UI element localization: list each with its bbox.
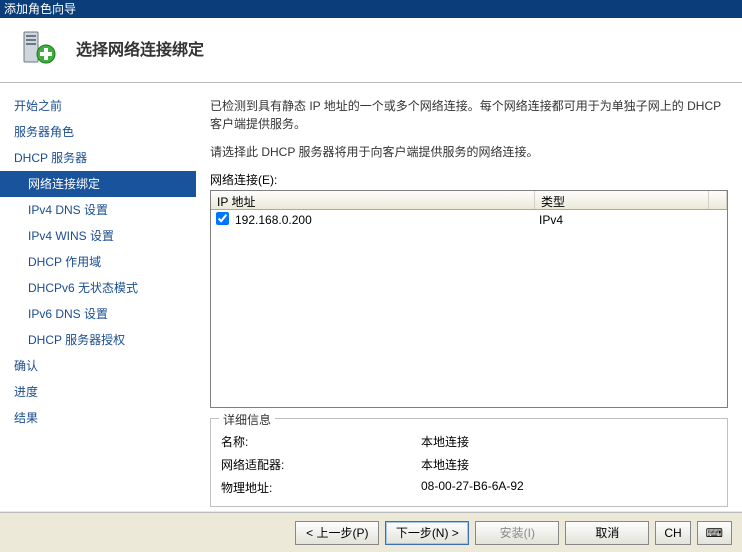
cell-ip: 192.168.0.200 — [233, 213, 535, 227]
wizard-steps-sidebar: 开始之前服务器角色DHCP 服务器网络连接绑定IPv4 DNS 设置IPv4 W… — [0, 83, 196, 511]
previous-button[interactable]: < 上一步(P) — [295, 521, 379, 545]
connection-checkbox[interactable] — [216, 212, 229, 225]
main-panel: 已检测到具有静态 IP 地址的一个或多个网络连接。每个网络连接都可用于为单独子网… — [196, 83, 742, 511]
details-group: 详细信息 名称: 本地连接 网络适配器: 本地连接 物理地址: 08-00-27… — [210, 418, 728, 507]
sidebar-item[interactable]: 服务器角色 — [0, 119, 196, 145]
list-header: IP 地址 类型 — [211, 191, 727, 210]
detail-adapter-label: 网络适配器: — [221, 456, 421, 473]
column-spacer — [709, 191, 727, 209]
sidebar-item[interactable]: DHCP 作用域 — [0, 249, 196, 275]
network-connections-list[interactable]: IP 地址 类型 192.168.0.200IPv4 — [210, 190, 728, 408]
description-text-2: 请选择此 DHCP 服务器将用于向客户端提供服务的网络连接。 — [210, 143, 728, 161]
sidebar-item[interactable]: 进度 — [0, 379, 196, 405]
next-button[interactable]: 下一步(N) > — [385, 521, 469, 545]
list-item[interactable]: 192.168.0.200IPv4 — [211, 210, 727, 230]
sidebar-item[interactable]: DHCP 服务器 — [0, 145, 196, 171]
detail-mac-value: 08-00-27-B6-6A-92 — [421, 479, 717, 496]
page-title: 选择网络连接绑定 — [76, 36, 204, 60]
sidebar-item[interactable]: IPv4 DNS 设置 — [0, 197, 196, 223]
ime-lang-button[interactable]: CH — [655, 521, 690, 545]
wizard-footer: < 上一步(P) 下一步(N) > 安装(I) 取消 CH ⌨ — [0, 512, 742, 552]
sidebar-item[interactable]: 确认 — [0, 353, 196, 379]
detail-name-label: 名称: — [221, 433, 421, 450]
cancel-button[interactable]: 取消 — [565, 521, 649, 545]
network-connections-label: 网络连接(E): — [210, 171, 728, 188]
column-type[interactable]: 类型 — [535, 191, 709, 209]
cell-type: IPv4 — [535, 213, 563, 227]
sidebar-item[interactable]: 网络连接绑定 — [0, 171, 196, 197]
sidebar-item[interactable]: IPv6 DNS 设置 — [0, 301, 196, 327]
window-titlebar: 添加角色向导 — [0, 0, 742, 18]
sidebar-item[interactable]: 结果 — [0, 405, 196, 431]
sidebar-item[interactable]: DHCPv6 无状态模式 — [0, 275, 196, 301]
wizard-header: 选择网络连接绑定 — [0, 18, 742, 83]
ime-keyboard-icon[interactable]: ⌨ — [697, 521, 732, 545]
description-text-1: 已检测到具有静态 IP 地址的一个或多个网络连接。每个网络连接都可用于为单独子网… — [210, 97, 728, 133]
detail-adapter-value: 本地连接 — [421, 456, 717, 473]
details-legend: 详细信息 — [219, 411, 275, 428]
sidebar-item[interactable]: 开始之前 — [0, 93, 196, 119]
detail-name-value: 本地连接 — [421, 433, 717, 450]
sidebar-item[interactable]: IPv4 WINS 设置 — [0, 223, 196, 249]
column-ip[interactable]: IP 地址 — [211, 191, 535, 209]
sidebar-item[interactable]: DHCP 服务器授权 — [0, 327, 196, 353]
install-button: 安装(I) — [475, 521, 559, 545]
server-role-icon — [18, 28, 58, 68]
detail-mac-label: 物理地址: — [221, 479, 421, 496]
